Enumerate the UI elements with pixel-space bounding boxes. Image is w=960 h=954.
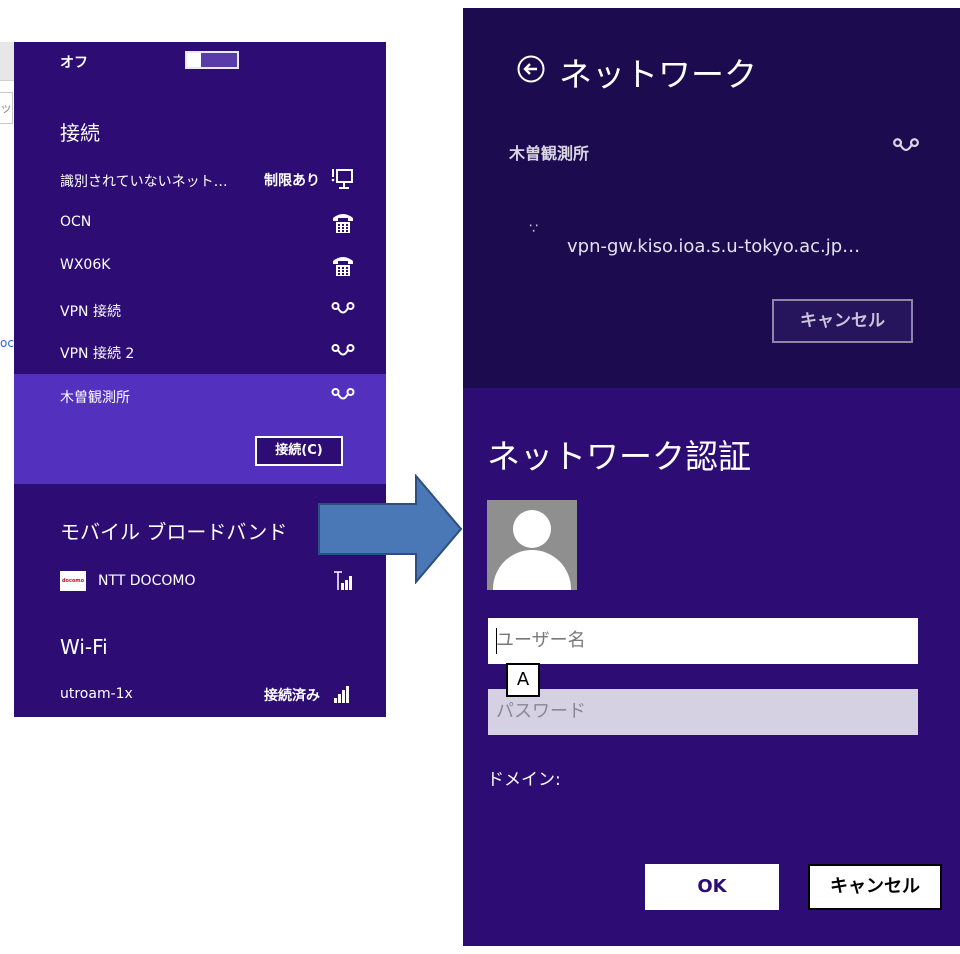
auth-title: ネットワーク認証 xyxy=(487,437,751,476)
wifi-status: 接続済み xyxy=(264,688,320,704)
vpn-icon xyxy=(330,296,356,322)
background-link: oc xyxy=(0,336,14,350)
dialup-phone-icon xyxy=(330,209,356,235)
wifi-name: utroam-1x xyxy=(60,686,133,702)
ime-mode-indicator: A xyxy=(506,663,540,697)
wifi-header: Wi-Fi xyxy=(60,635,108,659)
vpn-connecting-panel: ネットワーク 木曽観測所 ∵ vpn-gw.kiso.ioa.s.u-tokyo… xyxy=(463,8,960,388)
connection-status: 制限あり xyxy=(264,173,320,189)
mobile-name: NTT DOCOMO xyxy=(98,573,196,589)
password-input[interactable]: パスワード xyxy=(488,689,918,735)
avatar-head xyxy=(513,510,551,548)
user-avatar xyxy=(487,500,577,590)
text-caret xyxy=(496,628,497,654)
airplane-mode-toggle[interactable] xyxy=(185,51,239,69)
connection-item-vpn-1[interactable]: VPN 接続 xyxy=(14,290,386,330)
transition-arrow xyxy=(318,474,463,584)
wifi-signal-icon xyxy=(330,681,356,707)
wifi-item-utroam[interactable]: utroam-1x 接続済み xyxy=(14,675,386,715)
connection-item-kiso[interactable]: 木曽観測所 xyxy=(14,376,386,416)
avatar-body xyxy=(493,550,571,590)
back-arrow-icon[interactable] xyxy=(517,55,545,83)
connection-name: VPN 接続 2 xyxy=(60,346,135,362)
cancel-connect-button[interactable]: キャンセル xyxy=(772,299,913,343)
domain-label: ドメイン: xyxy=(487,770,561,790)
connections-header: 接続 xyxy=(60,121,100,145)
airplane-mode-state: オフ xyxy=(60,55,88,71)
network-auth-panel: ネットワーク認証 ユーザー名 パスワード A ドメイン: OK キャンセル xyxy=(463,388,960,946)
docomo-logo: docomo xyxy=(60,571,86,591)
panel-title: ネットワーク xyxy=(559,55,757,94)
vpn-icon xyxy=(330,382,356,408)
background-input: ット xyxy=(0,92,13,124)
connection-item-wx06k[interactable]: WX06K xyxy=(14,246,386,286)
background-window-fragment: ット oc xyxy=(0,0,14,720)
progress-dots: ∵ xyxy=(529,221,540,237)
mobile-broadband-header: モバイル ブロードバンド xyxy=(60,520,288,544)
connection-name: WX06K xyxy=(60,257,111,273)
dialup-phone-icon xyxy=(330,252,356,278)
vpn-icon xyxy=(892,136,920,161)
connection-item-ocn[interactable]: OCN xyxy=(14,203,386,243)
connection-item-unidentified[interactable]: 識別されていないネット… 制限あり xyxy=(14,160,386,200)
background-toolbar xyxy=(0,42,14,81)
connection-name: 識別されていないネット… xyxy=(60,174,228,190)
connection-name: 木曽観測所 xyxy=(60,390,130,406)
vpn-icon xyxy=(330,338,356,364)
connection-name: VPN 接続 xyxy=(60,304,121,320)
connect-button[interactable]: 接続(C) xyxy=(255,436,343,466)
toggle-knob xyxy=(187,53,201,67)
username-input[interactable]: ユーザー名 xyxy=(488,618,918,664)
connection-name: OCN xyxy=(60,214,92,230)
network-name: 木曽観測所 xyxy=(509,144,590,163)
vpn-server-host: vpn-gw.kiso.ioa.s.u-tokyo.ac.jp… xyxy=(567,236,861,257)
network-charm-panel: オフ 接続 識別されていないネット… 制限あり OCN WX06K VPN 接続… xyxy=(14,42,386,717)
cancel-button[interactable]: キャンセル xyxy=(808,864,942,910)
network-limited-icon xyxy=(330,166,356,192)
connection-item-vpn-2[interactable]: VPN 接続 2 xyxy=(14,332,386,372)
ok-button[interactable]: OK xyxy=(645,864,779,910)
